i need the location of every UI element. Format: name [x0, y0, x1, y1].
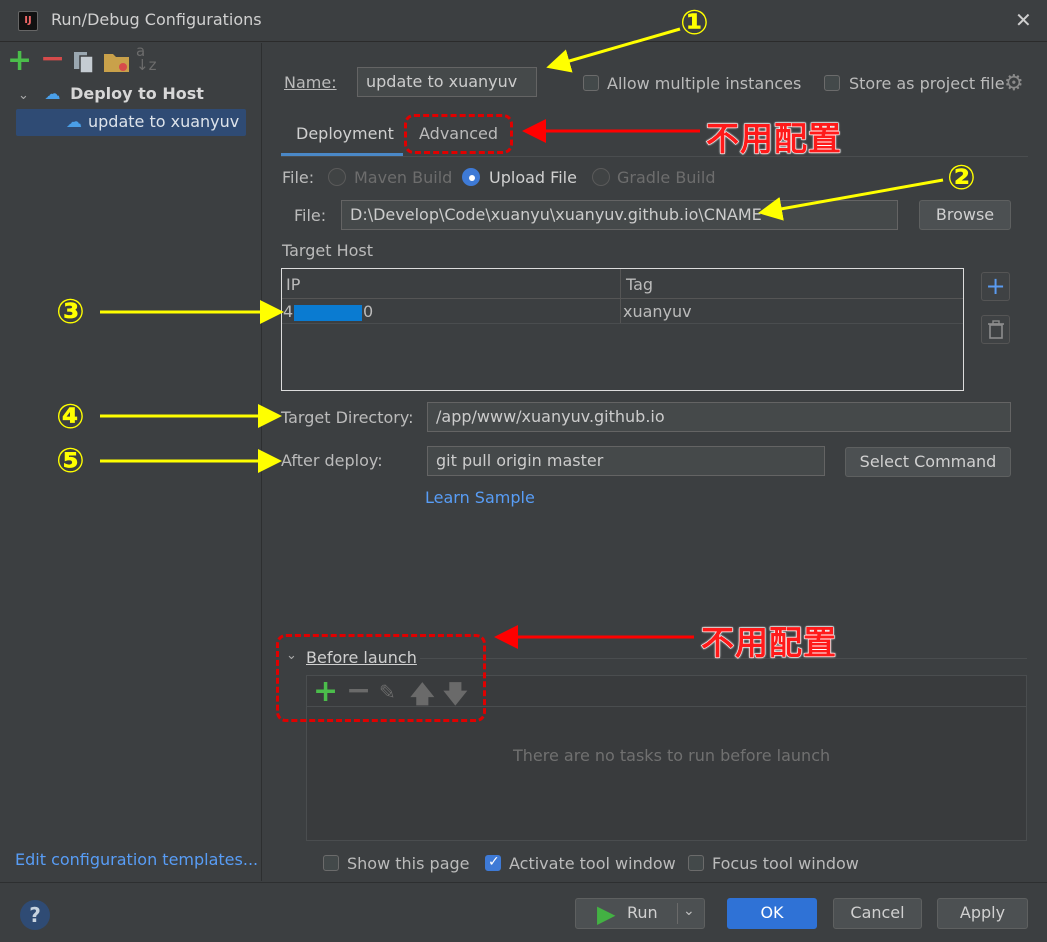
chevron-down-icon[interactable]: ⌄ — [18, 88, 29, 103]
focus-tool-label: Focus tool window — [712, 854, 859, 873]
remove-config-icon[interactable]: − — [40, 44, 65, 74]
window-title: Run/Debug Configurations — [51, 10, 262, 29]
target-host-table: IP Tag 4 0 xuanyuv — [281, 268, 964, 391]
config-sidebar — [0, 43, 262, 881]
row-tag: xuanyuv — [623, 302, 692, 321]
tree-group-deploy-to-host[interactable]: ⌄ ☁ Deploy to Host — [18, 84, 204, 106]
store-project-checkbox[interactable] — [824, 75, 840, 91]
edit-templates-link[interactable]: Edit configuration templates... — [15, 850, 258, 869]
marker-1: ① — [680, 3, 709, 43]
target-directory-label: Target Directory: — [281, 408, 414, 427]
tree-item-label: update to xuanyuv — [88, 112, 240, 131]
show-page-checkbox[interactable] — [323, 855, 339, 871]
ok-button[interactable]: OK — [727, 898, 817, 929]
help-icon[interactable]: ? — [20, 900, 50, 930]
target-host-label: Target Host — [282, 241, 374, 260]
focus-tool-checkbox[interactable] — [688, 855, 704, 871]
allow-multiple-checkbox[interactable] — [583, 75, 599, 91]
add-host-button[interactable]: + — [981, 272, 1010, 301]
sort-glyph-bottom: ↓z — [136, 56, 157, 74]
run-divider — [677, 903, 678, 924]
browse-button[interactable]: Browse — [919, 200, 1011, 230]
table-row[interactable]: 4 0 xuanyuv — [282, 300, 963, 324]
tree-item-update-to-xuanyuv[interactable]: ☁ update to xuanyuv — [16, 109, 246, 136]
maven-build-label: Maven Build — [354, 168, 453, 187]
maven-build-radio — [328, 168, 346, 186]
tabs-divider — [281, 156, 1028, 157]
empty-tasks-text: There are no tasks to run before launch — [513, 746, 831, 765]
run-play-icon: ▶ — [597, 900, 616, 928]
show-page-label: Show this page — [347, 854, 470, 873]
cancel-button[interactable]: Cancel — [833, 898, 922, 929]
file-type-label: File: — [282, 168, 315, 187]
name-label: Name: — [284, 73, 337, 92]
run-label: Run — [627, 903, 658, 922]
column-header-tag: Tag — [626, 275, 654, 294]
tree-group-label: Deploy to Host — [70, 84, 204, 103]
marker-4: ④ — [56, 397, 85, 437]
select-command-button[interactable]: Select Command — [845, 447, 1011, 477]
move-to-folder-icon[interactable] — [103, 50, 131, 74]
run-button[interactable]: ▶ Run ⌄ — [575, 898, 705, 929]
allow-multiple-label: Allow multiple instances — [607, 74, 802, 93]
upload-file-radio[interactable] — [462, 168, 480, 186]
cloud-upload-icon: ☁ — [66, 112, 82, 131]
gradle-build-radio — [592, 168, 610, 186]
name-input[interactable]: update to xuanyuv — [357, 67, 537, 97]
trash-icon — [987, 320, 1004, 339]
sort-icon[interactable]: a ↓z — [136, 44, 157, 74]
marker-5: ⑤ — [56, 441, 85, 481]
tab-deployment[interactable]: Deployment — [296, 124, 394, 143]
redacted-ip-block — [294, 305, 362, 321]
target-directory-input[interactable]: /app/www/xuanyuv.github.io — [427, 402, 1011, 432]
close-icon[interactable]: ✕ — [1015, 8, 1032, 32]
chevron-down-icon[interactable]: ⌄ — [683, 897, 695, 925]
annotation-box-before-launch — [276, 634, 486, 722]
file-path-input[interactable]: D:\Develop\Code\xuanyu\xuanyuv.github.io… — [341, 200, 898, 230]
gradle-build-label: Gradle Build — [617, 168, 716, 187]
annotation-text-no-config-2: 不用配置 — [701, 623, 837, 663]
annotation-text-no-config-1: 不用配置 — [706, 119, 842, 159]
activate-tool-checkbox[interactable] — [485, 854, 501, 871]
after-deploy-input[interactable]: git pull origin master — [427, 446, 825, 476]
ip-prefix: 4 — [283, 302, 294, 321]
copy-config-icon[interactable] — [72, 50, 96, 74]
ip-suffix: 0 — [363, 302, 374, 321]
column-header-ip: IP — [286, 275, 301, 294]
title-bar: IJ Run/Debug Configurations ✕ — [0, 0, 1047, 42]
tab-active-indicator — [281, 153, 403, 156]
add-config-icon[interactable]: + — [7, 46, 32, 76]
marker-3: ③ — [56, 292, 85, 332]
table-header: IP Tag — [282, 269, 963, 299]
activate-tool-label: Activate tool window — [509, 854, 676, 873]
gear-icon[interactable]: ⚙ — [1004, 71, 1024, 96]
annotation-box-advanced — [404, 114, 513, 154]
store-project-label: Store as project file — [849, 74, 1005, 93]
apply-button[interactable]: Apply — [937, 898, 1028, 929]
file-path-label: File: — [294, 206, 327, 225]
upload-file-label: Upload File — [489, 168, 577, 187]
learn-sample-link[interactable]: Learn Sample — [425, 488, 535, 507]
marker-2: ② — [947, 158, 976, 198]
delete-host-button[interactable] — [981, 315, 1010, 344]
after-deploy-label: After deploy: — [281, 451, 383, 470]
cloud-upload-icon: ☁ — [44, 84, 61, 103]
intellij-app-icon: IJ — [18, 11, 38, 31]
